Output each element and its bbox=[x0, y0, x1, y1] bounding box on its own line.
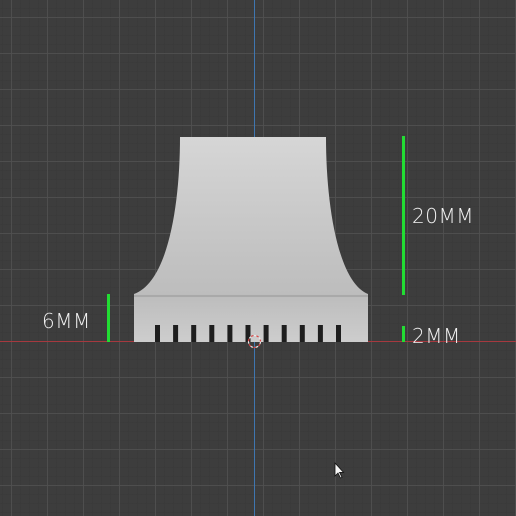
model-slot bbox=[263, 325, 269, 342]
model-slot bbox=[336, 325, 341, 342]
model-upper-body[interactable] bbox=[134, 137, 368, 294]
model-slot bbox=[281, 325, 287, 342]
mouse-cursor-icon bbox=[334, 461, 345, 479]
model-slot bbox=[317, 325, 323, 342]
dimension-label-2mm: 2MM bbox=[412, 324, 461, 348]
model-slot bbox=[191, 325, 197, 342]
viewport-canvas bbox=[0, 0, 516, 516]
model-slot bbox=[209, 325, 215, 342]
dimension-label-6mm: 6MM bbox=[42, 309, 91, 333]
model-base[interactable] bbox=[134, 294, 368, 342]
model-slot bbox=[227, 325, 233, 342]
model-slot bbox=[299, 325, 305, 342]
model-slot bbox=[155, 325, 160, 342]
model-slot bbox=[245, 325, 251, 342]
3d-viewport[interactable]: 20MM 6MM 2MM bbox=[0, 0, 516, 516]
dimension-label-20mm: 20MM bbox=[412, 204, 474, 228]
model-slot bbox=[173, 325, 179, 342]
